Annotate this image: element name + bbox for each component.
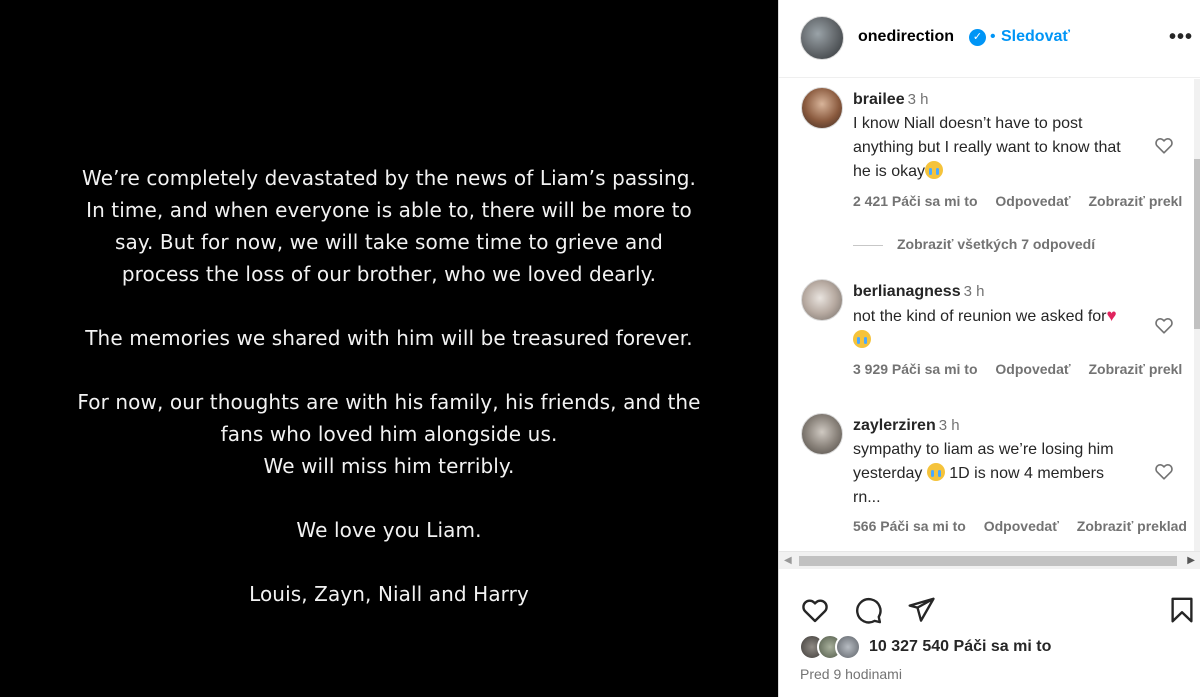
commenter-username[interactable]: brailee	[853, 91, 905, 108]
statement-text: We’re completely devastated by the news …	[0, 162, 778, 642]
comment-body: berlianagness 3 h not the kind of reunion…	[853, 280, 1133, 353]
comment-actions: 2 421 Páči sa mi to Odpovedať Zobraziť p…	[853, 193, 1196, 209]
comment-body: brailee 3 h I know Niall doesn’t have to …	[853, 88, 1133, 184]
heart-icon[interactable]	[800, 595, 830, 625]
statement-paragraph-3: For now, our thoughts are with his famil…	[77, 390, 701, 478]
post-timestamp[interactable]: Pred 9 hodinami	[800, 666, 902, 682]
comment-time: 3 h	[963, 283, 985, 300]
comments-list[interactable]: brailee 3 h I know Niall doesn’t have to …	[779, 79, 1200, 551]
bookmark-icon[interactable]	[1167, 595, 1197, 625]
statement-paragraph-1: We’re completely devastated by the news …	[82, 166, 696, 286]
comment-actions: 566 Páči sa mi to Odpovedať Zobraziť pre…	[853, 518, 1200, 534]
crying-face-emoji	[926, 463, 945, 481]
follow-button[interactable]: Sledovať	[1001, 28, 1070, 46]
account-username[interactable]: onedirection	[858, 28, 954, 46]
crying-face-emoji	[925, 161, 944, 179]
commenter-avatar[interactable]	[801, 413, 843, 455]
crying-face-emoji	[853, 330, 871, 348]
scroll-right-arrow-icon[interactable]: ▶	[1187, 555, 1195, 566]
comment-translate-button[interactable]: Zobraziť preklad	[1077, 518, 1187, 534]
account-avatar[interactable]	[800, 16, 844, 60]
comment-like-heart-icon[interactable]	[1153, 134, 1175, 156]
comment-text: not the kind of reunion we asked for	[853, 308, 1107, 325]
comment-icon[interactable]	[853, 595, 883, 625]
view-replies-label: Zobraziť všetkých 7 odpovedí	[897, 236, 1096, 252]
comment-like-heart-icon[interactable]	[1153, 314, 1175, 336]
statement-paragraph-2: The memories we shared with him will be …	[85, 326, 693, 350]
comment-actions: 3 929 Páči sa mi to Odpovedať Zobraziť p…	[853, 361, 1196, 377]
comment-text: I know Niall doesn’t have to post anythi…	[853, 115, 1121, 180]
statement-paragraph-4: We love you Liam.	[296, 518, 482, 542]
statement-signature: Louis, Zayn, Niall and Harry	[249, 582, 529, 606]
comment-translate-button[interactable]: Zobraziť prekl	[1088, 193, 1182, 209]
header-separator: •	[990, 28, 996, 45]
red-heart-emoji: ♥	[1106, 306, 1117, 325]
comment-likes-count[interactable]: 2 421 Páči sa mi to	[853, 193, 978, 209]
view-replies-button[interactable]: Zobraziť všetkých 7 odpovedí	[853, 236, 1095, 252]
comment-translate-button[interactable]: Zobraziť prekl	[1088, 361, 1182, 377]
likes-count[interactable]: 10 327 540 Páči sa mi to	[869, 638, 1051, 656]
scroll-left-arrow-icon[interactable]: ◀	[784, 555, 792, 566]
verified-badge-icon: ✓	[969, 29, 986, 46]
comment-likes-count[interactable]: 3 929 Páči sa mi to	[853, 361, 978, 377]
horizontal-scrollbar-thumb[interactable]	[799, 556, 1177, 566]
comment-body: zaylerziren 3 h sympathy to liam as we’re…	[853, 414, 1133, 510]
comment-reply-button[interactable]: Odpovedať	[984, 518, 1059, 534]
commenter-username[interactable]: zaylerziren	[853, 417, 936, 434]
comment-time: 3 h	[907, 91, 929, 108]
comments-vertical-scrollbar[interactable]	[1194, 79, 1200, 551]
comments-horizontal-scrollbar[interactable]: ◀ ▶	[779, 551, 1200, 569]
share-icon[interactable]	[906, 595, 936, 625]
commenter-avatar[interactable]	[801, 87, 843, 129]
post-side-panel: onedirection ✓ • Sledovať ••• brailee 3 h…	[778, 0, 1200, 697]
post-header: onedirection ✓ • Sledovať •••	[779, 0, 1200, 78]
comment-time: 3 h	[938, 417, 960, 434]
comment-reply-button[interactable]: Odpovedať	[995, 361, 1070, 377]
comment-reply-button[interactable]: Odpovedať	[995, 193, 1070, 209]
comment-likes-count[interactable]: 566 Páči sa mi to	[853, 518, 966, 534]
more-options-icon[interactable]: •••	[1169, 26, 1193, 49]
post-actions-bar	[779, 587, 1200, 627]
liker-avatar	[835, 634, 861, 660]
comment-like-heart-icon[interactable]	[1153, 460, 1175, 482]
commenter-avatar[interactable]	[801, 279, 843, 321]
post-image[interactable]: We’re completely devastated by the news …	[0, 0, 778, 697]
replies-divider-line	[853, 244, 883, 246]
scrollbar-thumb[interactable]	[1194, 159, 1200, 329]
commenter-username[interactable]: berlianagness	[853, 283, 961, 300]
